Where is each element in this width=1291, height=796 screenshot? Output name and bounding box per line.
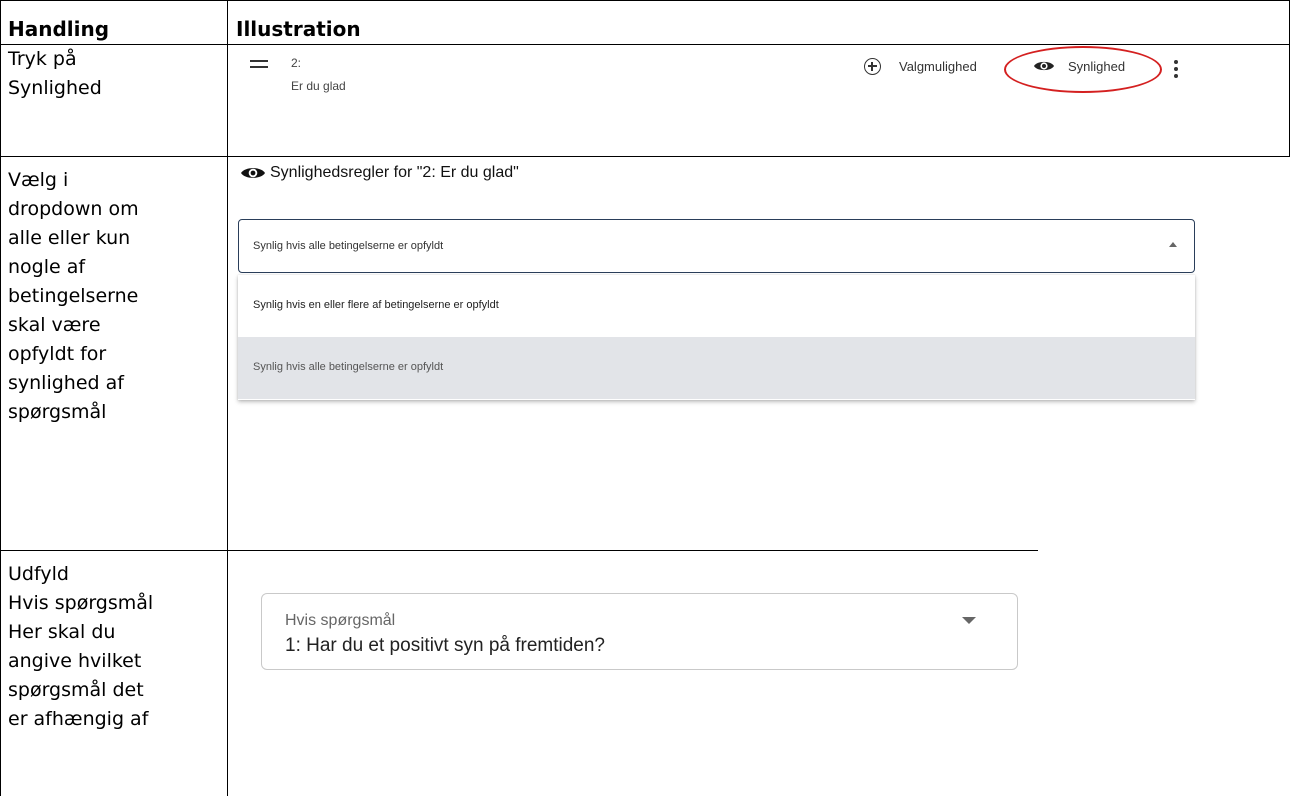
select-value: Synlig hvis alle betingelserne er opfyld…: [253, 240, 444, 252]
text-line: synlighed af: [8, 372, 124, 394]
table-right-border: [1289, 0, 1290, 157]
menu-item-label: Synlig hvis alle betingelserne er opfyld…: [253, 361, 444, 373]
add-circle-icon[interactable]: [864, 58, 881, 75]
text-line: betingelserne: [8, 285, 139, 307]
text-line: er afhængig af: [8, 708, 149, 730]
question-select-field[interactable]: [261, 593, 1018, 670]
text-line: Tryk på: [8, 48, 77, 70]
table-row2-divider: [0, 550, 236, 551]
field-value: 1: Har du et positivt syn på fremtiden?: [285, 635, 605, 656]
table-row2-divider-right: [236, 550, 1038, 551]
text-line: dropdown om: [8, 198, 139, 220]
table-header-divider: [0, 44, 1289, 45]
text-line: Synlighed: [8, 77, 102, 99]
highlight-oval: [1004, 46, 1162, 93]
drag-handle-icon[interactable]: [250, 60, 268, 70]
text-line: Hvis spørgsmål: [8, 592, 154, 614]
menu-item-label: Synlig hvis en eller flere af betingelse…: [253, 299, 499, 311]
caret-down-icon[interactable]: [962, 617, 976, 624]
dropdown-menu: Synlig hvis en eller flere af betingelse…: [238, 275, 1195, 400]
text-line: Udfyld: [8, 563, 69, 585]
text-line: angive hvilket: [8, 650, 142, 672]
row2-handling-text: Vælg i dropdown om alle eller kun nogle …: [8, 166, 139, 427]
eye-icon: [241, 168, 265, 178]
question-number: 2:: [291, 56, 302, 70]
table-top-border: [0, 0, 1289, 1]
row1-handling-text: Tryk på Synlighed: [8, 45, 102, 103]
text-line: skal være: [8, 314, 101, 336]
text-line: alle eller kun: [8, 227, 131, 249]
text-line: spørgsmål det: [8, 679, 144, 701]
add-option-button[interactable]: Valgmulighed: [899, 59, 977, 74]
field-label: Hvis spørgsmål: [285, 612, 396, 629]
text-line: nogle af: [8, 256, 86, 278]
text-line: Her skal du: [8, 621, 116, 643]
text-line: opfyldt for: [8, 343, 107, 365]
caret-up-icon[interactable]: [1169, 242, 1177, 247]
row3-handling-text: Udfyld Hvis spørgsmål Her skal du angive…: [8, 560, 153, 734]
visibility-rules-title: Synlighedsregler for "2: Er du glad": [270, 164, 519, 181]
text-line: Vælg i: [8, 169, 69, 191]
more-vert-icon[interactable]: [1174, 60, 1178, 81]
question-text: Er du glad: [291, 79, 346, 93]
menu-item[interactable]: Synlig hvis en eller flere af betingelse…: [238, 275, 1195, 337]
text-line: spørgsmål: [8, 401, 107, 423]
header-handling: Handling: [8, 17, 110, 41]
table-row1-divider: [0, 156, 1289, 157]
table-left-border: [0, 0, 1, 796]
table-column-divider: [227, 0, 228, 796]
header-illustration: Illustration: [236, 17, 361, 41]
menu-item-selected[interactable]: Synlig hvis alle betingelserne er opfyld…: [238, 337, 1195, 399]
